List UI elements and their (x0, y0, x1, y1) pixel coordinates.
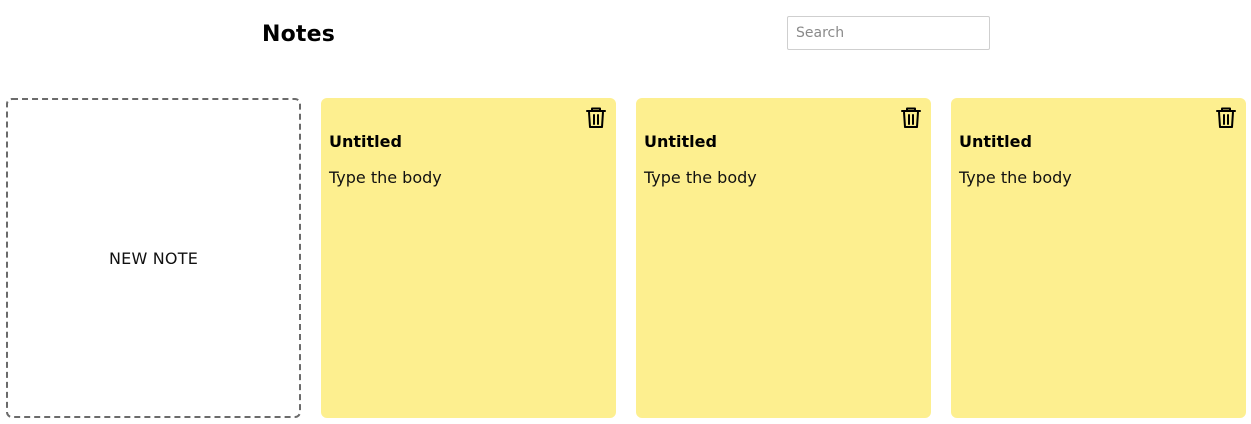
trash-icon (1216, 107, 1236, 128)
delete-note-button[interactable] (584, 106, 608, 130)
note-body[interactable]: Type the body (959, 168, 1072, 188)
note-card[interactable]: Untitled Type the body (636, 98, 931, 418)
note-card[interactable]: Untitled Type the body (951, 98, 1246, 418)
note-body[interactable]: Type the body (329, 168, 442, 188)
trash-icon (901, 107, 921, 128)
notes-app: Notes NEW NOTE Untitled Type the body (0, 0, 1251, 424)
trash-icon (586, 107, 606, 128)
note-title[interactable]: Untitled (329, 132, 402, 152)
note-body[interactable]: Type the body (644, 168, 757, 188)
note-card[interactable]: Untitled Type the body (321, 98, 616, 418)
note-title[interactable]: Untitled (644, 132, 717, 152)
search-input[interactable] (787, 16, 990, 50)
delete-note-button[interactable] (1214, 106, 1238, 130)
delete-note-button[interactable] (899, 106, 923, 130)
page-title: Notes (262, 22, 336, 47)
note-title[interactable]: Untitled (959, 132, 1032, 152)
new-note-label: NEW NOTE (108, 248, 199, 268)
new-note-button[interactable]: NEW NOTE (6, 98, 301, 418)
